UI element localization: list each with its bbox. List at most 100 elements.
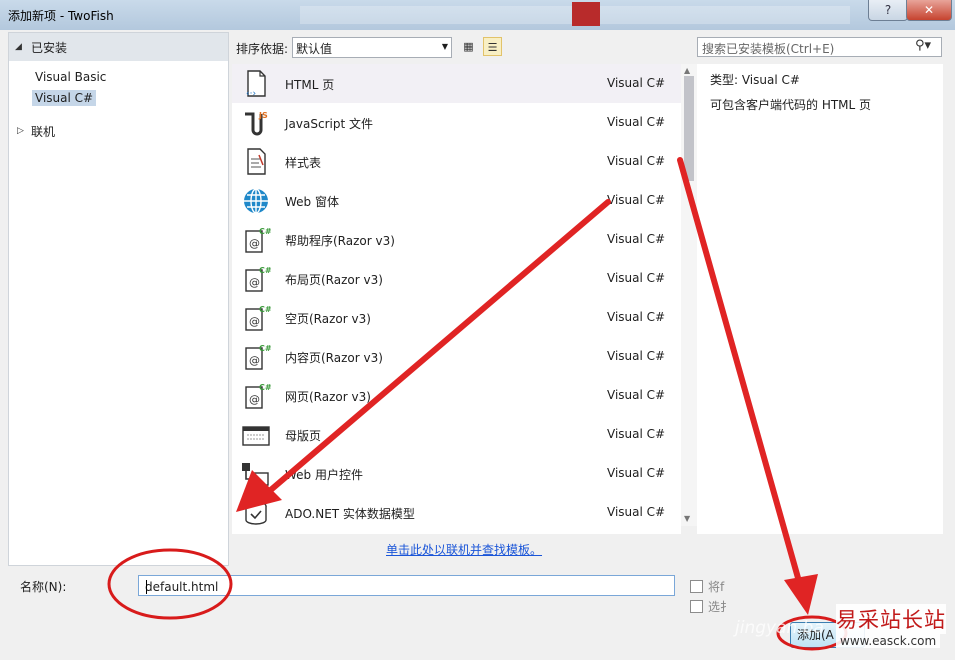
template-name: Web 用户控件 [285,468,363,482]
template-name: HTML 页 [285,78,335,92]
master-page-icon [242,426,270,446]
web-form-icon [244,188,268,214]
search-icon[interactable]: ⚲▾ [915,38,931,53]
html-page-icon: ‹·› [246,70,266,99]
svg-text:@: @ [249,276,260,289]
checkbox-2-label: 选扌 [708,600,733,614]
svg-text:C#: C# [259,344,271,353]
category-visual-csharp[interactable]: Visual C# [32,90,97,106]
razor-icon: @ C# [245,266,271,292]
checkbox-1[interactable] [690,580,703,593]
template-row[interactable]: ‹·› HTML 页 Visual C# [232,64,681,103]
grid-view-icon[interactable]: ▦ [459,37,478,56]
template-row[interactable]: ADO.NET 实体数据模型 Visual C# [232,493,681,532]
template-language: Visual C# [607,310,666,324]
template-row[interactable]: @ C# 布局页(Razor v3) Visual C# [232,259,681,298]
razor-icon: @ C# [245,305,271,331]
svg-text:C#: C# [259,383,271,392]
ado-net-icon [245,501,267,525]
template-language: Visual C# [607,232,666,246]
user-control-icon [242,463,269,486]
text-caret [146,580,147,594]
scroll-down-icon[interactable]: ▼ [684,514,690,523]
template-language: Visual C# [607,115,666,129]
template-description: 可包含客户端代码的 HTML 页 [710,98,872,112]
expand-triangle-icon[interactable]: ▷ [17,126,24,136]
search-placeholder: 搜索已安装模板(Ctrl+E) [702,42,835,56]
svg-text:JS: JS [258,111,268,120]
template-language: Visual C# [607,427,666,441]
template-language: Visual C# [607,349,666,363]
template-name: ADO.NET 实体数据模型 [285,507,415,521]
svg-text:C#: C# [259,266,271,275]
template-language: Visual C# [607,193,666,207]
template-row[interactable]: 样式表 Visual C# [232,142,681,181]
category-visual-basic[interactable]: Visual Basic [35,70,106,84]
template-row[interactable]: @ C# 帮助程序(Razor v3) Visual C# [232,220,681,259]
name-text: default.html [145,580,219,594]
template-name: 内容页(Razor v3) [285,351,383,365]
watermark-url: www.easck.com [836,634,941,648]
svg-text:C#: C# [259,305,271,314]
template-language: Visual C# [607,466,666,480]
template-name: 样式表 [285,156,322,170]
name-label: 名称(N): [20,580,67,594]
template-name: Web 窗体 [285,195,339,209]
template-row[interactable]: Web 用户控件 Visual C# [232,454,681,493]
template-type: 类型: Visual C# [710,73,800,87]
razor-icon: @ C# [245,344,271,370]
window-title: 添加新项 - TwoFish [8,9,114,23]
details-panel: 类型: Visual C# 可包含客户端代码的 HTML 页 [697,64,943,534]
template-language: Visual C# [607,388,666,402]
template-row[interactable]: JS JavaScript 文件 Visual C# [232,103,681,142]
list-view-icon[interactable]: ☰ [483,37,502,56]
svg-text:‹·›: ‹·› [246,89,256,99]
collapse-triangle-icon[interactable]: ◢ [15,42,22,52]
online-category[interactable]: 联机 [31,123,55,140]
checkbox-1-label: 将f [708,580,725,594]
watermark-faint: jingyan.ba [735,618,824,638]
svg-text:@: @ [249,393,260,406]
template-row[interactable]: 母版页 Visual C# [232,415,681,454]
template-list-scrollbar[interactable]: ▲ ▼ [681,64,697,526]
name-field[interactable]: default.html [138,575,675,596]
template-name: 布局页(Razor v3) [285,273,383,287]
template-name: 帮助程序(Razor v3) [285,234,395,248]
sort-value: 默认值 [296,42,333,56]
help-button[interactable]: ? [868,0,908,21]
template-language: Visual C# [607,76,666,90]
javascript-file-icon: JS [245,111,268,136]
razor-icon: @ C# [245,227,271,253]
scrollbar-thumb[interactable] [684,76,694,181]
template-row[interactable]: @ C# 内容页(Razor v3) Visual C# [232,337,681,376]
scroll-up-icon[interactable]: ▲ [684,66,690,75]
template-name: 空页(Razor v3) [285,312,371,326]
watermark-title: 易采站长站 [836,604,946,634]
svg-text:@: @ [249,354,260,367]
template-language: Visual C# [607,505,666,519]
installed-header[interactable]: ◢ 已安装 [9,33,228,61]
template-row[interactable]: @ C# 网页(Razor v3) Visual C# [232,376,681,415]
template-row[interactable]: Web 窗体 Visual C# [232,181,681,220]
template-name: 母版页 [285,429,322,443]
template-language: Visual C# [607,271,666,285]
online-templates-link[interactable]: 单击此处以联机并查找模板。 [386,541,542,558]
razor-icon: @ C# [245,383,271,409]
template-row[interactable]: @ C# 空页(Razor v3) Visual C# [232,298,681,337]
stylesheet-icon [247,148,266,175]
template-name: JavaScript 文件 [285,117,373,131]
category-panel: ◢ 已安装 Visual Basic Visual C# ▷ 联机 [8,32,229,566]
svg-text:@: @ [249,315,260,328]
template-list: ‹·› HTML 页 Visual C# JS JavaScript 文件 Vi… [232,64,681,534]
background-window-icon [572,2,600,26]
checkbox-2[interactable] [690,600,703,613]
close-button[interactable]: ✕ [906,0,952,21]
sort-label: 排序依据: [236,42,289,56]
svg-text:@: @ [249,237,260,250]
template-name: 网页(Razor v3) [285,390,371,404]
sort-dropdown[interactable]: 默认值 ▼ [292,37,452,58]
search-input[interactable]: 搜索已安装模板(Ctrl+E) ⚲▾ [697,37,942,57]
svg-text:C#: C# [259,227,271,236]
title-bar: 添加新项 - TwoFish ? ✕ [0,0,955,30]
installed-label: 已安装 [31,41,68,55]
